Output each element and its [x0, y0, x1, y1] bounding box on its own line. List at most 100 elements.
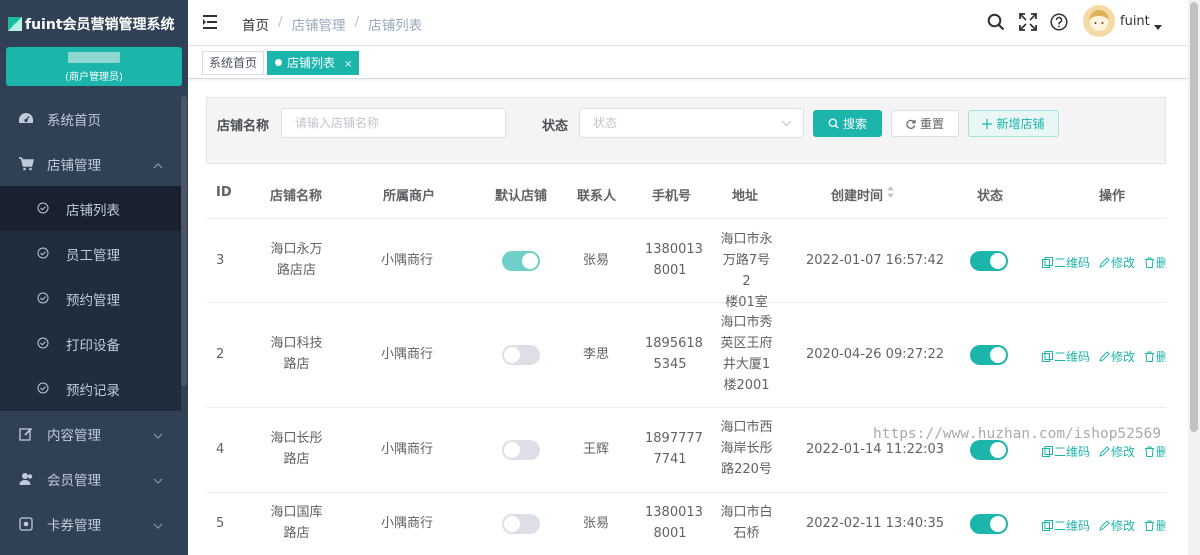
- phone-line: 1380013: [645, 242, 703, 257]
- cell-phone: 1897777 7741: [645, 428, 703, 470]
- store-name-input[interactable]: 请输入店铺名称: [281, 108, 506, 138]
- cell-contact: 张易: [583, 253, 610, 268]
- phone-line: 8001: [653, 263, 687, 278]
- switch-knob: [504, 442, 520, 458]
- sidebar-subitem-store-list[interactable]: 店铺列表: [0, 186, 181, 231]
- chevron-down-icon: [781, 109, 792, 137]
- qrcode-icon: [1042, 257, 1053, 268]
- delete-button[interactable]: 删除: [1144, 254, 1166, 268]
- status-switch[interactable]: [970, 514, 1008, 534]
- table-row: 5 海口国库 路店 小隅商行 张易 1380013 8001 海口市白 石桥 2…: [206, 493, 1166, 555]
- th-created-time[interactable]: 创建时间: [831, 185, 883, 204]
- store-name-line: 路店: [283, 526, 310, 541]
- qrcode-button[interactable]: 二维码: [1042, 443, 1090, 457]
- fullscreen-icon[interactable]: [1019, 13, 1037, 35]
- add-store-button[interactable]: 新增店铺: [968, 110, 1059, 137]
- close-icon[interactable]: ×: [344, 59, 352, 70]
- breadcrumb-store-list: 店铺列表: [368, 18, 423, 34]
- search-icon[interactable]: [987, 13, 1005, 35]
- edit-button[interactable]: 修改: [1099, 348, 1135, 362]
- default-store-switch[interactable]: [502, 345, 540, 365]
- cell-id: 4: [216, 442, 225, 457]
- sidebar-subitem-staff[interactable]: 员工管理: [0, 231, 181, 276]
- chevron-up-icon: [153, 157, 163, 173]
- delete-label: 删除: [1156, 256, 1166, 268]
- edit-button[interactable]: 修改: [1099, 443, 1135, 457]
- status-select[interactable]: 状态: [579, 108, 804, 138]
- switch-knob: [504, 516, 520, 532]
- status-placeholder: 状态: [593, 116, 618, 130]
- cell-address: 海口市西 海岸长彤 路220号: [719, 417, 774, 480]
- switch-knob: [990, 253, 1006, 269]
- qrcode-icon: [1042, 520, 1053, 531]
- sidebar-subitem-reservation-records[interactable]: 预约记录: [0, 366, 181, 411]
- avatar[interactable]: [1083, 5, 1115, 37]
- edit-button[interactable]: 修改: [1099, 517, 1135, 531]
- tag-label: 系统首页: [209, 56, 258, 70]
- address-line: 海岸长彤: [720, 441, 773, 456]
- sidebar-item-store-management[interactable]: 店铺管理: [0, 141, 181, 186]
- cell-store-name: 海口科技 路店: [269, 333, 324, 375]
- status-switch[interactable]: [970, 251, 1008, 271]
- edit-button[interactable]: 修改: [1099, 254, 1135, 268]
- delete-button[interactable]: 删除: [1144, 443, 1166, 457]
- user-icon: [18, 471, 34, 487]
- sidebar-item-content[interactable]: 内容管理: [0, 411, 181, 456]
- address-line: 英区王府: [720, 336, 773, 351]
- sidebar-item-dashboard[interactable]: 系统首页: [0, 96, 181, 141]
- app-logo[interactable]: fuint会员营销管理系统: [8, 13, 175, 35]
- qrcode-button[interactable]: 二维码: [1042, 254, 1090, 268]
- status-switch[interactable]: [970, 440, 1008, 460]
- sort-icon[interactable]: [886, 185, 895, 203]
- app-root: fuint会员营销管理系统 (商户管理员) 系统首页 店铺管理 店铺列表 员工管…: [0, 0, 1200, 555]
- status-switch[interactable]: [970, 345, 1008, 365]
- shopping-cart-icon: [18, 156, 34, 172]
- qrcode-button[interactable]: 二维码: [1042, 348, 1090, 362]
- delete-button[interactable]: 删除: [1144, 517, 1166, 531]
- tag-store-list[interactable]: 店铺列表 ×: [267, 51, 360, 75]
- breadcrumb-home[interactable]: 首页: [242, 14, 269, 34]
- username[interactable]: fuint: [1120, 14, 1150, 29]
- phone-line: 1380013: [645, 505, 703, 520]
- qrcode-button[interactable]: 二维码: [1042, 517, 1090, 531]
- store-name-line: 海口科技: [270, 336, 323, 351]
- caret-down-icon[interactable]: [1154, 19, 1162, 34]
- page-scrollbar[interactable]: [1190, 2, 1198, 432]
- sidebar-subitem-printer[interactable]: 打印设备: [0, 321, 181, 366]
- address-line: 万路7号2: [722, 253, 771, 289]
- phone-line: 5345: [653, 357, 687, 372]
- cell-created-time: 2022-02-11 13:40:35: [806, 516, 945, 531]
- default-store-switch[interactable]: [502, 251, 540, 271]
- delete-button[interactable]: 删除: [1144, 348, 1166, 362]
- sidebar-scrollbar[interactable]: [181, 96, 187, 386]
- help-icon[interactable]: [1050, 13, 1068, 35]
- sidebar-subitem-label: 店铺列表: [66, 202, 120, 219]
- chevron-down-icon: [153, 427, 163, 443]
- circle-check-icon: [37, 337, 51, 351]
- sidebar-item-members[interactable]: 会员管理: [0, 456, 181, 501]
- switch-knob: [990, 516, 1006, 532]
- coupon-icon: [18, 516, 34, 532]
- add-store-button-label: 新增店铺: [996, 117, 1045, 131]
- store-name-line: 海口长彤: [270, 431, 323, 446]
- tags-view: 系统首页 店铺列表 ×: [188, 46, 1188, 79]
- sidebar-subitem-reservation[interactable]: 预约管理: [0, 276, 181, 321]
- delete-icon: [1145, 446, 1154, 457]
- default-store-switch[interactable]: [502, 514, 540, 534]
- cell-id: 3: [216, 253, 225, 268]
- cell-address: 海口市白 石桥: [719, 502, 774, 544]
- th-status: 状态: [977, 189, 1004, 204]
- qrcode-label: 二维码: [1054, 445, 1091, 457]
- delete-icon: [1145, 520, 1154, 531]
- tag-dashboard[interactable]: 系统首页: [202, 51, 265, 75]
- default-store-switch[interactable]: [502, 440, 540, 460]
- hamburger-icon[interactable]: [202, 14, 220, 34]
- circle-check-icon: [37, 202, 51, 216]
- phone-line: 7741: [653, 452, 687, 467]
- sidebar-item-coupons[interactable]: 卡券管理: [0, 501, 181, 546]
- address-line: 海口市西: [720, 420, 773, 435]
- reset-button[interactable]: 重置: [891, 110, 959, 137]
- search-button[interactable]: 搜索: [813, 110, 882, 137]
- cell-address: 海口市永 万路7号2 楼01室: [719, 229, 774, 313]
- search-icon: [828, 118, 839, 129]
